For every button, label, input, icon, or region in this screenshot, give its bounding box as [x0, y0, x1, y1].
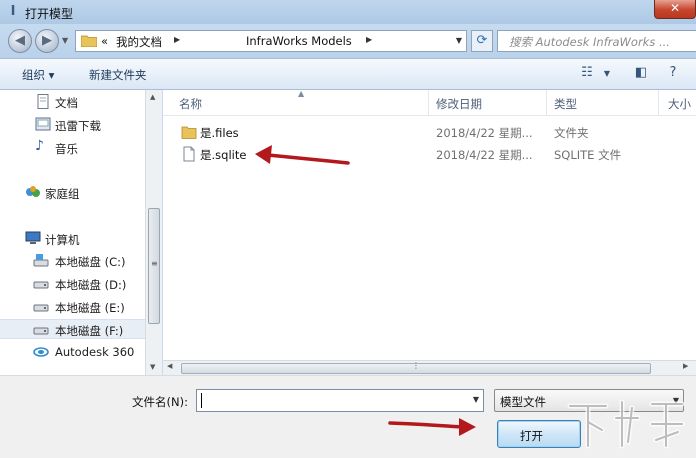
system-drive-icon	[33, 254, 49, 267]
breadcrumb-separator[interactable]: ▶	[174, 35, 180, 44]
navigation-bar: ◀ ▶ ▼ « 我的文档 ▶ InfraWorks Models ▶ ▼ ⟳ 搜…	[0, 24, 696, 58]
scroll-up-arrow[interactable]: ▲	[150, 93, 155, 101]
scroll-down-arrow[interactable]: ▼	[150, 363, 155, 371]
music-icon: ♪	[35, 138, 44, 154]
drive-icon	[33, 304, 49, 312]
back-arrow-icon: ◀	[15, 33, 25, 48]
sidebar-item-label: 家庭组	[45, 187, 80, 201]
file-list: ▲ 名称 修改日期 类型 大小 是.files 2018/4/22 星期... …	[163, 89, 696, 360]
sidebar-item-label: 音乐	[55, 142, 78, 156]
address-overflow[interactable]: «	[101, 34, 108, 48]
sidebar-item-label: 迅雷下载	[55, 119, 101, 133]
file-type: SQLITE 文件	[554, 148, 622, 162]
sidebar-item-music[interactable]: ♪ 音乐	[0, 138, 145, 158]
sidebar-item-label: Autodesk 360	[55, 345, 135, 359]
sidebar-item-homegroup[interactable]: 家庭组	[0, 183, 145, 203]
column-divider[interactable]	[546, 90, 547, 116]
address-bar[interactable]: « 我的文档 ▶ InfraWorks Models ▶ ▼	[75, 30, 467, 52]
download-icon	[35, 117, 51, 131]
file-list-scrollbar[interactable]: ◀ ⋮ ▶	[163, 360, 696, 375]
sidebar-item-drive-e[interactable]: 本地磁盘 (E:)	[0, 297, 145, 317]
scrollbar-thumb[interactable]: ≡	[148, 208, 160, 324]
homegroup-icon	[26, 186, 40, 197]
back-button[interactable]: ◀	[8, 29, 32, 53]
sidebar-item-drive-f[interactable]: 本地磁盘 (F:)	[0, 319, 145, 339]
window-title: 打开模型	[25, 7, 74, 21]
recent-pages-dropdown[interactable]: ▼	[62, 36, 68, 45]
refresh-button[interactable]: ⟳	[471, 30, 493, 52]
column-header-row: ▲ 名称 修改日期 类型 大小	[163, 89, 696, 116]
sort-ascending-icon: ▲	[298, 89, 305, 98]
scroll-right-arrow[interactable]: ▶	[683, 362, 688, 370]
breadcrumb-documents[interactable]: 我的文档	[116, 34, 162, 50]
address-dropdown[interactable]: ▼	[456, 36, 462, 45]
search-placeholder: 搜索 Autodesk InfraWorks ...	[509, 35, 670, 49]
sidebar-item-drive-d[interactable]: 本地磁盘 (D:)	[0, 274, 145, 294]
preview-pane-icon[interactable]: ◧	[630, 65, 652, 83]
column-divider[interactable]	[658, 90, 659, 116]
sidebar-item-label: 文档	[55, 96, 78, 110]
column-divider[interactable]	[428, 90, 429, 116]
close-button[interactable]: ✕	[654, 0, 696, 19]
view-dropdown-icon[interactable]: ▼	[596, 69, 618, 87]
computer-icon	[25, 231, 41, 244]
folder-icon	[181, 126, 197, 139]
sidebar-item-label: 本地磁盘 (C:)	[55, 255, 126, 269]
infraworks-icon: Ⅰ	[10, 4, 16, 19]
filename-input[interactable]: ▼	[196, 389, 484, 412]
organize-button[interactable]: 组织 ▾	[22, 67, 54, 83]
scroll-left-arrow[interactable]: ◀	[167, 362, 172, 370]
drive-icon	[33, 281, 49, 289]
file-row[interactable]: 是.sqlite 2018/4/22 星期... SQLITE 文件	[163, 144, 696, 166]
command-bar: 组织 ▾ 新建文件夹 ☷ ▼ ◧ ?	[0, 58, 696, 90]
refresh-icon: ⟳	[476, 33, 488, 48]
sidebar-item-label: 本地磁盘 (D:)	[55, 278, 127, 292]
file-date: 2018/4/22 星期...	[436, 126, 533, 140]
sidebar-item-label: 计算机	[45, 233, 80, 247]
navigation-scrollbar[interactable]: ▲ ≡ ▼	[145, 90, 162, 375]
file-icon	[183, 146, 195, 162]
navigation-pane: 文档 迅雷下载 ♪ 音乐 家庭组 计算机 本地磁盘 (C:) 本地磁盘 (D:)	[0, 90, 145, 375]
file-date: 2018/4/22 星期...	[436, 148, 533, 162]
column-type[interactable]: 类型	[554, 96, 577, 112]
file-name: 是.files	[200, 126, 239, 140]
title-bar: Ⅰ 打开模型 ✕	[0, 0, 696, 24]
column-size[interactable]: 大小	[668, 96, 691, 112]
grip-icon: ≡	[151, 259, 158, 268]
filetype-value: 模型文件	[500, 395, 546, 409]
document-icon	[37, 94, 49, 109]
sidebar-item-drive-c[interactable]: 本地磁盘 (C:)	[0, 251, 145, 271]
open-button-label: 打开	[520, 429, 543, 443]
new-folder-button[interactable]: 新建文件夹	[89, 67, 147, 83]
help-icon[interactable]: ?	[662, 65, 684, 83]
sidebar-item-xunlei-downloads[interactable]: 迅雷下载	[0, 115, 145, 135]
drive-icon	[33, 327, 49, 335]
column-date-modified[interactable]: 修改日期	[436, 96, 482, 112]
sidebar-item-label: 本地磁盘 (E:)	[55, 301, 125, 315]
sidebar-item-autodesk-360[interactable]: Autodesk 360	[0, 342, 145, 362]
text-caret	[201, 393, 202, 408]
grip-icon: ⋮	[412, 361, 420, 370]
sidebar-item-documents[interactable]: 文档	[0, 92, 145, 112]
cloud-icon	[33, 347, 49, 357]
file-type: 文件夹	[554, 126, 589, 140]
breadcrumb-infraworks-models[interactable]: InfraWorks Models	[246, 34, 352, 48]
sidebar-item-label: 本地磁盘 (F:)	[55, 324, 124, 338]
file-name: 是.sqlite	[200, 148, 247, 162]
view-options-icon[interactable]: ☷	[576, 65, 598, 83]
folder-icon	[81, 35, 97, 47]
sidebar-item-computer[interactable]: 计算机	[0, 229, 145, 249]
site-watermark-logo	[567, 399, 685, 449]
column-name[interactable]: 名称	[179, 96, 202, 112]
filename-label: 文件名(N):	[132, 395, 188, 409]
chevron-down-icon[interactable]: ▼	[473, 395, 479, 404]
search-input[interactable]: 搜索 Autodesk InfraWorks ...	[497, 30, 696, 52]
breadcrumb-separator[interactable]: ▶	[366, 35, 372, 44]
forward-button[interactable]: ▶	[35, 29, 59, 53]
forward-arrow-icon: ▶	[42, 33, 52, 48]
file-row[interactable]: 是.files 2018/4/22 星期... 文件夹	[163, 122, 696, 144]
scrollbar-thumb[interactable]: ⋮	[181, 361, 651, 374]
